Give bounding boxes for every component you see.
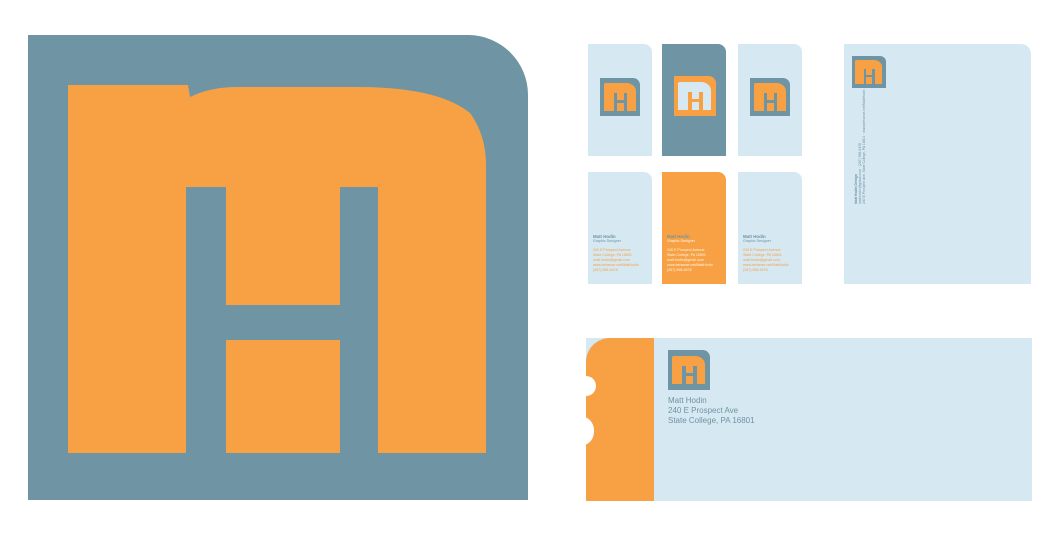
envelope-name: Matt Hodin — [668, 396, 707, 405]
card-back-light-1: Matt Hodin Graphic Designer 240 E Prospe… — [588, 172, 652, 284]
card-phone: (267) 558-5478 — [593, 268, 618, 272]
mh-logo-icon — [852, 56, 886, 88]
card-back-orange: Matt Hodin Graphic Designer 240 E Prospe… — [662, 172, 726, 284]
primary-logo — [28, 35, 528, 500]
mh-logo-icon — [600, 78, 640, 116]
letterhead-side-text: Matt Hodin Design matt.hodin@gmail.com ·… — [854, 90, 866, 204]
mh-monogram-icon — [68, 85, 486, 453]
letterhead: Matt Hodin Design matt.hodin@gmail.com ·… — [844, 44, 1031, 284]
envelope-street: 240 E Prospect Ave — [668, 406, 739, 415]
card-contact: Matt Hodin Graphic Designer 240 E Prospe… — [593, 234, 649, 273]
card-back-light-2: Matt Hodin Graphic Designer 240 E Prospe… — [738, 172, 802, 284]
letterhead-line-3: 240 E Prospect Ave, State College, PA 16… — [862, 89, 866, 204]
mh-logo-icon — [674, 76, 716, 116]
mh-logo-icon — [668, 350, 710, 390]
card-phone: (267) 558-5478 — [667, 268, 692, 272]
card-contact: Matt Hodin Graphic Designer 240 E Prospe… — [667, 234, 723, 273]
mh-logo-icon — [750, 78, 790, 116]
card-front-light-1 — [588, 44, 652, 156]
card-contact: Matt Hodin Graphic Designer 240 E Prospe… — [743, 234, 799, 273]
card-front-light-2 — [738, 44, 802, 156]
envelope-flap — [586, 338, 654, 501]
envelope: Matt Hodin 240 E Prospect Ave State Coll… — [580, 338, 1032, 501]
card-phone: (267) 558-5478 — [743, 268, 768, 272]
envelope-city: State College, PA 16801 — [668, 416, 755, 425]
card-front-dark — [662, 44, 726, 156]
return-address: Matt Hodin 240 E Prospect Ave State Coll… — [668, 396, 755, 426]
